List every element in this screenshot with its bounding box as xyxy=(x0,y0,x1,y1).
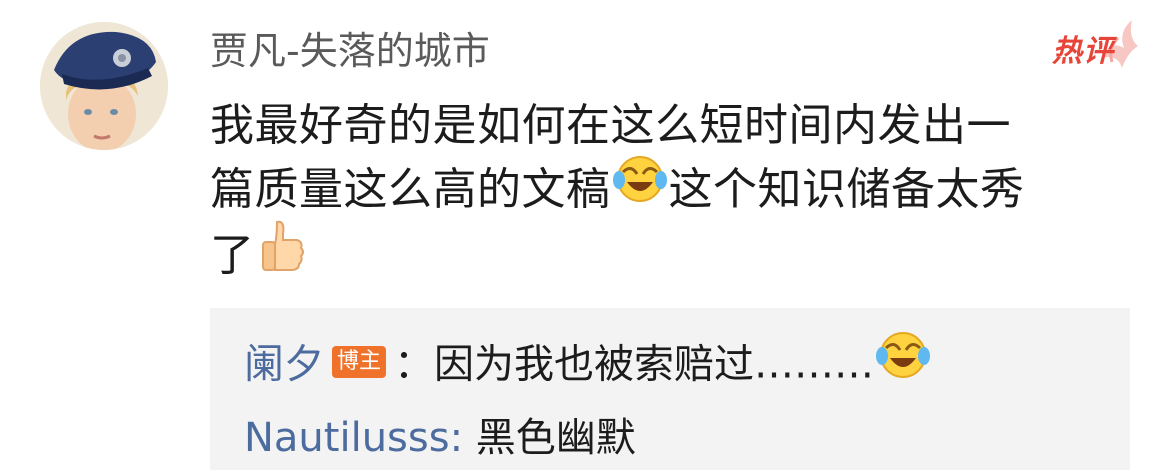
hot-comment-label: 热评 xyxy=(1052,34,1114,69)
reply-separator: : xyxy=(449,415,476,461)
replies-panel[interactable]: 阑夕 博主 ：因为我也被索赔过……… Nautilusss: 黑色幽默 xyxy=(210,308,1130,470)
reply-text: 因为我也被索赔过……… xyxy=(434,341,875,388)
blogger-badge: 博主 xyxy=(332,345,387,378)
hot-comment-badge: 热评 xyxy=(1046,18,1146,80)
reply-item[interactable]: 阑夕 博主 ：因为我也被索赔过……… xyxy=(244,332,932,399)
laugh-crying-emoji-icon xyxy=(876,330,931,395)
reply-text: 黑色幽默 xyxy=(475,415,636,461)
comment-line-2a: 篇质量这么高的文稿 xyxy=(210,164,611,215)
reply-separator: ： xyxy=(394,341,435,388)
avatar-image xyxy=(40,22,168,150)
reply-item[interactable]: Nautilusss: 黑色幽默 xyxy=(244,410,636,466)
comment-line-3-text: 了 xyxy=(210,230,255,281)
comment-line-2: 篇质量这么高的文稿 这个知识储备太秀 xyxy=(210,156,1140,222)
comment-line-2b: 这个知识储备太秀 xyxy=(668,164,1025,215)
comment-text: 我最好奇的是如何在这么短时间内发出一 篇质量这么高的文稿 这个知识储备太秀 了 xyxy=(210,94,1140,286)
comment-line-3: 了 xyxy=(210,220,1140,286)
reply-author-name[interactable]: Nautilusss xyxy=(244,415,450,461)
reply-author-name[interactable]: 阑夕 xyxy=(244,342,324,388)
laugh-crying-emoji-icon xyxy=(612,154,667,222)
avatar[interactable] xyxy=(40,22,168,150)
thumbs-up-emoji-icon xyxy=(257,218,307,290)
comment-author-name[interactable]: 贾凡-失落的城市 xyxy=(210,26,490,76)
comment-line-1: 我最好奇的是如何在这么短时间内发出一 xyxy=(210,100,1011,151)
